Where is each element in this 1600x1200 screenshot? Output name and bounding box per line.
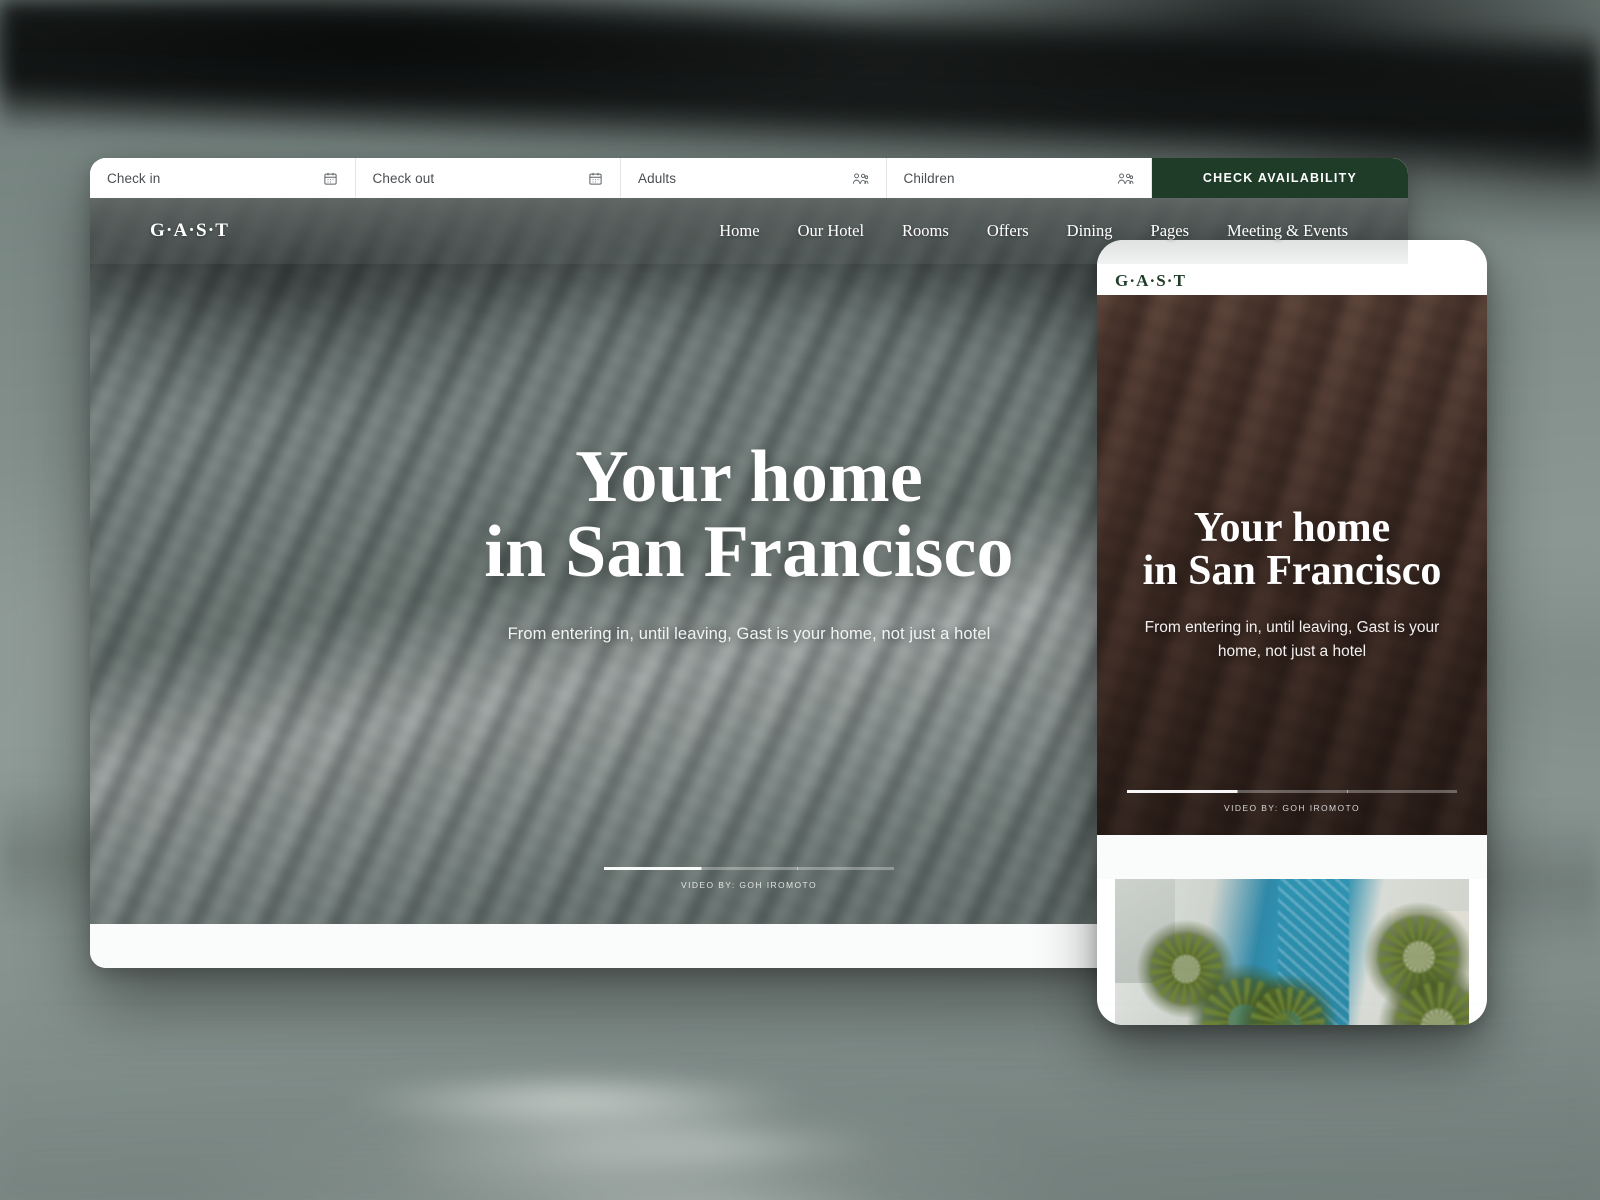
nav-item-our-hotel[interactable]: Our Hotel [798, 221, 864, 241]
hero-slide-progress[interactable] [604, 867, 894, 870]
progress-segment-active [1127, 790, 1237, 793]
adults-label: Adults [638, 170, 677, 186]
hero-copy: Your home in San Francisco From entering… [90, 264, 1408, 644]
calendar-icon[interactable] [323, 171, 338, 186]
nav-item-meeting-events[interactable]: Meeting & Events [1227, 221, 1348, 241]
main-menu: Home Our Hotel Rooms Offers Dining Pages… [719, 221, 1348, 241]
adults-field[interactable]: Adults [621, 158, 887, 198]
check-availability-button[interactable]: CHECK AVAILABILITY [1152, 158, 1408, 198]
progress-tick [700, 867, 702, 870]
hero-title-line-1: Your home [575, 436, 923, 518]
checkout-field[interactable]: Check out [356, 158, 621, 198]
hero-title: Your home in San Francisco [90, 439, 1408, 594]
video-credit: VIDEO BY: GOH IROMOTO [681, 880, 817, 890]
hero-title-line-2: in San Francisco [484, 511, 1014, 594]
progress-tick [1346, 790, 1348, 793]
checkin-label: Check in [107, 170, 161, 186]
nav-item-dining[interactable]: Dining [1067, 221, 1113, 241]
calendar-icon[interactable] [588, 171, 603, 186]
booking-bar: Check in Check out Adults Children CHECK… [90, 158, 1408, 198]
mobile-pool-photo [1115, 879, 1469, 1025]
nav-item-pages[interactable]: Pages [1151, 221, 1190, 241]
mobile-hero-footer: VIDEO BY: GOH IROMOTO [1097, 790, 1487, 813]
nav-item-offers[interactable]: Offers [987, 221, 1029, 241]
progress-segment-active [604, 867, 701, 870]
progress-tick [797, 867, 799, 870]
nav-item-home[interactable]: Home [719, 221, 759, 241]
hero-subtitle: From entering in, until leaving, Gast is… [507, 624, 991, 643]
checkin-field[interactable]: Check in [90, 158, 356, 198]
children-label: Children [903, 170, 955, 186]
desktop-navigation-bar: G·A·S·T Home Our Hotel Rooms Offers Dini… [90, 198, 1408, 264]
progress-tick [1236, 790, 1238, 793]
hero-footer: VIDEO BY: GOH IROMOTO [90, 867, 1408, 890]
checkout-label: Check out [372, 170, 435, 186]
nav-item-rooms[interactable]: Rooms [902, 221, 949, 241]
mobile-video-credit: VIDEO BY: GOH IROMOTO [1224, 803, 1360, 813]
site-logo[interactable]: G·A·S·T [150, 220, 229, 242]
mobile-slide-progress[interactable] [1127, 790, 1457, 793]
people-icon[interactable] [1117, 171, 1134, 186]
people-icon[interactable] [852, 171, 869, 186]
children-field[interactable]: Children [887, 158, 1152, 198]
